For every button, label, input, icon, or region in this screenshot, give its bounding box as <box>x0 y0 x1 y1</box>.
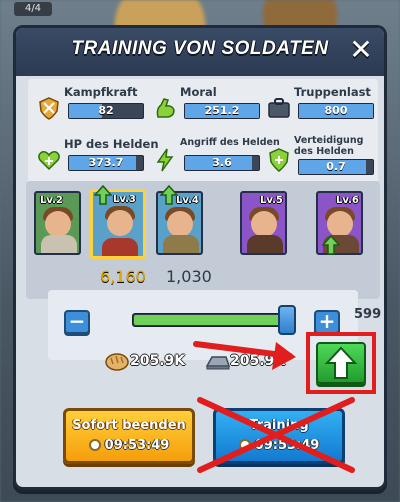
increase-button[interactable]: + <box>314 310 340 334</box>
stat-value: 800 <box>324 104 348 117</box>
cost-food: 205.9K <box>104 350 204 374</box>
soldier-face <box>251 211 277 237</box>
soldier-body <box>41 235 77 253</box>
stat-label: Truppenlast <box>294 85 371 99</box>
lightning-icon <box>156 148 174 172</box>
stat-bar: 82 <box>68 103 144 119</box>
soldier-level: Lv.4 <box>176 195 199 206</box>
training-dialog: TRAINING VON SOLDATEN ✕ Kampfkraft 82 Mo… <box>13 25 387 490</box>
shield-plus-icon <box>269 148 289 172</box>
upgrade-button[interactable] <box>316 342 366 384</box>
finish-now-label: Sofort beenden <box>72 418 186 433</box>
dialog-header: TRAINING VON SOLDATEN ✕ <box>16 28 384 76</box>
stat-value: 373.7 <box>88 156 124 169</box>
finish-time-row: 09:53:49 <box>66 438 192 453</box>
cost-value: 205.9K <box>130 353 186 369</box>
arrow-up-icon <box>324 346 358 379</box>
train-time-row: 09:53:49 <box>216 438 342 453</box>
upgrade-arrow-icon <box>160 185 178 205</box>
soldier-face <box>327 211 353 237</box>
stat-truppenlast: Truppenlast 800 <box>266 85 378 137</box>
page-counter: 4/4 <box>14 2 52 16</box>
soldier-card-lv2[interactable]: Lv.2 <box>34 191 81 255</box>
quantity-value: 599 <box>354 307 382 322</box>
weight-icon <box>268 98 290 118</box>
stat-bar: 800 <box>298 103 374 119</box>
stat-label: Kampfkraft <box>64 85 138 99</box>
cost-value: 205.9K <box>230 353 286 369</box>
stat-bar: 3.6 <box>184 155 260 171</box>
stat-moral: Moral 251.2 <box>152 85 264 137</box>
soldier-face <box>107 210 133 236</box>
train-time: 09:53:49 <box>254 438 320 453</box>
close-button[interactable]: ✕ <box>346 36 376 66</box>
upgrade-arrow-icon <box>322 235 340 255</box>
decrease-button[interactable]: − <box>64 310 90 334</box>
stat-label: Moral <box>180 85 217 99</box>
soldier-body <box>163 235 199 253</box>
soldier-card-lv5[interactable]: Lv.5 <box>240 191 287 255</box>
stat-bar: 0.7 <box>298 159 374 175</box>
stat-kampfkraft: Kampfkraft 82 <box>36 85 148 137</box>
soldier-count: 1,030 <box>166 267 212 286</box>
quantity-slider-thumb[interactable] <box>278 305 297 335</box>
heart-plus-icon <box>38 151 60 171</box>
clock-icon <box>238 439 251 451</box>
stat-value: 3.6 <box>212 156 232 169</box>
flexing-arm-icon <box>156 98 175 118</box>
soldier-strip[interactable]: Lv.2 Lv.3 Lv.4 Lv.5 Lv.6 6,160 1,030 <box>26 181 380 299</box>
soldier-level: Lv.6 <box>336 195 359 206</box>
dialog-title: TRAINING VON SOLDATEN <box>71 38 329 59</box>
stat-bar: 373.7 <box>68 155 144 171</box>
cost-iron: 205.9K <box>204 350 304 374</box>
upgrade-arrow-icon <box>94 185 112 205</box>
train-label: Training <box>249 418 309 433</box>
soldier-level: Lv.2 <box>40 195 63 206</box>
stat-label: HP des Helden <box>64 137 159 151</box>
train-button[interactable]: Training 09:53:49 <box>213 408 345 464</box>
stat-value: 251.2 <box>204 104 240 117</box>
upgrade-button-highlight <box>306 332 376 394</box>
quantity-slider-fill <box>134 315 286 325</box>
stat-value: 82 <box>98 104 114 117</box>
soldier-level: Lv.5 <box>260 195 283 206</box>
stat-value: 0.7 <box>326 160 346 173</box>
soldier-body <box>247 235 283 253</box>
stat-bar: 251.2 <box>184 103 260 119</box>
clock-icon <box>88 439 101 451</box>
iron-ingot-icon <box>205 356 231 370</box>
soldier-level: Lv.3 <box>113 194 136 205</box>
crossed-swords-shield-icon <box>39 97 59 120</box>
soldier-body <box>102 238 138 256</box>
stat-label: Verteidigung des Helden <box>294 135 364 157</box>
quantity-slider-track[interactable] <box>132 313 292 327</box>
stat-label: Angriff des Helden <box>180 137 280 148</box>
finish-time: 09:53:49 <box>104 438 170 453</box>
bread-icon <box>105 353 129 371</box>
soldier-count: 6,160 <box>100 267 146 286</box>
finish-now-button[interactable]: Sofort beenden 09:53:49 <box>63 408 195 464</box>
soldier-face <box>45 211 71 237</box>
soldier-face <box>167 211 193 237</box>
